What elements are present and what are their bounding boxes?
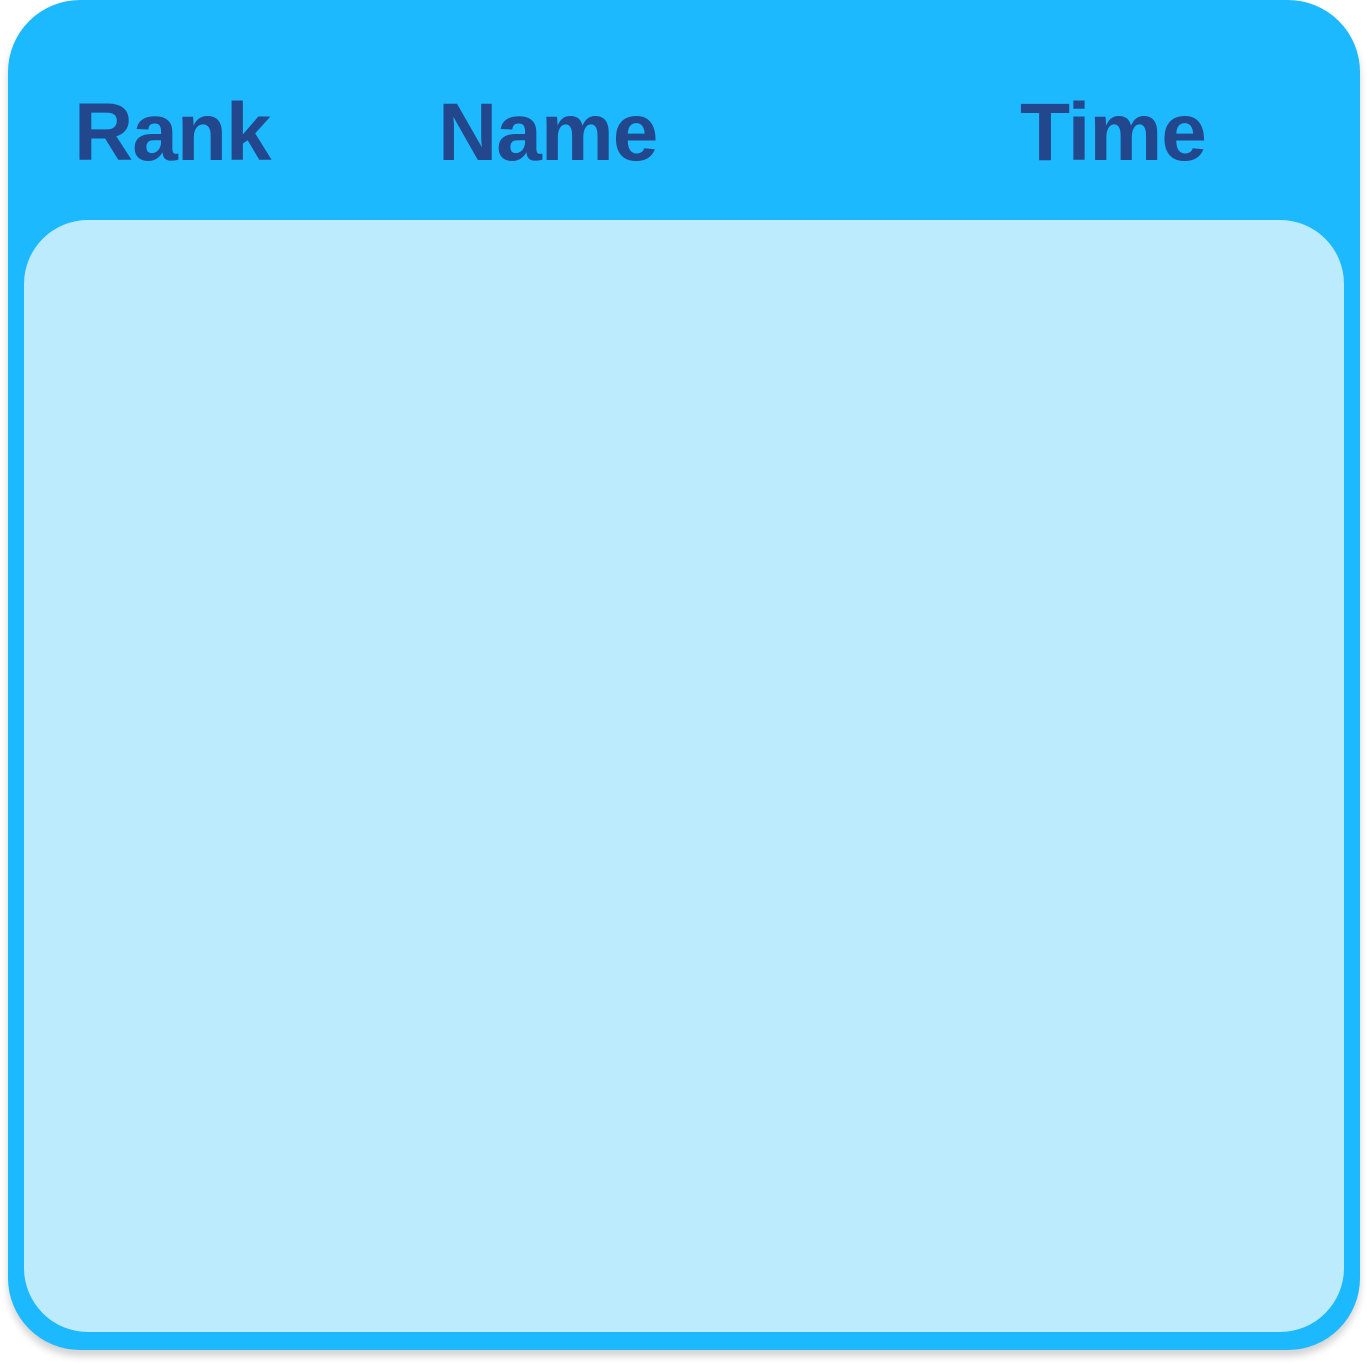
- name-column-header: Name: [438, 87, 658, 178]
- rank-column-header: Rank: [74, 87, 272, 178]
- time-column-header: Time: [1020, 87, 1207, 178]
- leaderboard-panel: Rank Name Time: [8, 0, 1360, 1350]
- leaderboard-entries-list: [24, 220, 1344, 1332]
